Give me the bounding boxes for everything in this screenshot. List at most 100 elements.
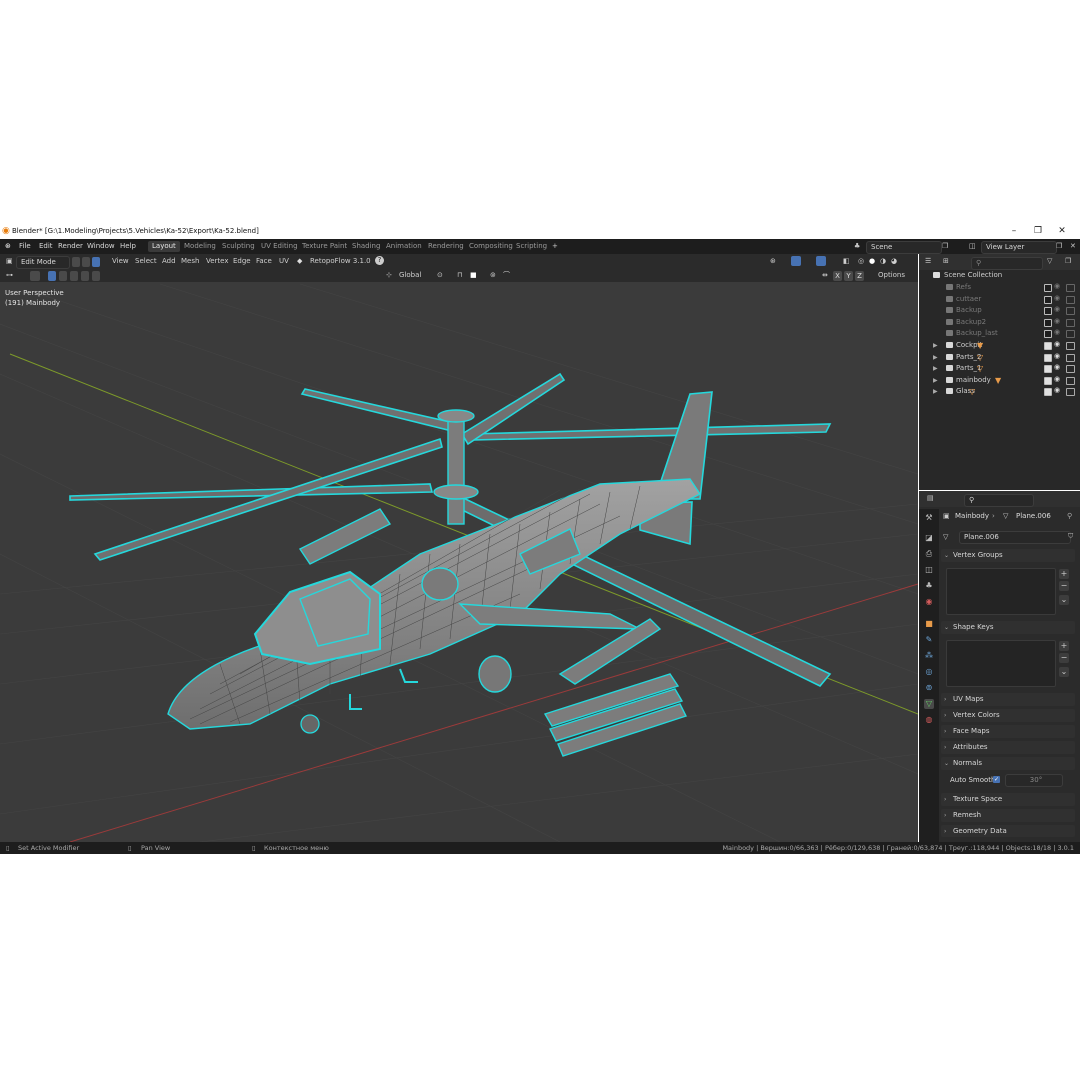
snap-target-icon[interactable]: ■ <box>470 270 477 281</box>
tool-tab-icon[interactable]: ⚒ <box>924 513 934 523</box>
panel-remesh[interactable]: › Remesh <box>941 809 1075 822</box>
new-scene-icon[interactable]: ❐ <box>939 241 951 252</box>
visibility-eye-icon[interactable]: ◉ <box>1054 317 1062 325</box>
options-dropdown[interactable]: Options <box>878 270 905 281</box>
visibility-eye-icon[interactable]: ◉ <box>1054 329 1062 336</box>
visibility-eye-icon[interactable]: ◉ <box>1054 364 1062 371</box>
breadcrumb-data[interactable]: Plane.006 <box>1016 512 1051 520</box>
exclude-checkbox[interactable] <box>1044 307 1052 316</box>
expand-arrow-icon[interactable]: ▶ <box>933 386 938 397</box>
exclude-checkbox[interactable] <box>1044 388 1052 397</box>
shape-keys-list[interactable] <box>946 640 1056 687</box>
add-vertex-group-button[interactable]: + <box>1059 569 1069 579</box>
filter-icon[interactable]: ▽ <box>1047 257 1052 265</box>
world-tab-icon[interactable]: ◉ <box>924 597 934 607</box>
menu-window[interactable]: Window <box>84 241 118 252</box>
tab-modeling[interactable]: Modeling <box>180 241 220 252</box>
particles-tab-icon[interactable]: ⁂ <box>924 651 934 661</box>
breadcrumb-object[interactable]: Mainbody <box>955 512 989 520</box>
panel-face-maps[interactable]: › Face Maps <box>941 725 1075 738</box>
exclude-checkbox[interactable] <box>1044 330 1052 339</box>
viewport-canvas[interactable] <box>0 254 918 842</box>
vertex-groups-list[interactable] <box>946 568 1056 615</box>
outliner-item-parts-2[interactable]: ▶ Parts_2 ▽ ◉ <box>919 352 1080 363</box>
remove-view-layer-icon[interactable]: ✕ <box>1067 241 1079 252</box>
panel-geometry-data[interactable]: › Geometry Data <box>941 825 1075 837</box>
panel-attributes[interactable]: › Attributes <box>941 741 1075 754</box>
tab-animation[interactable]: Animation <box>382 241 426 252</box>
expand-arrow-icon[interactable]: ▶ <box>933 352 938 363</box>
render-camera-icon[interactable] <box>1066 353 1075 362</box>
select-mode-invert-icon[interactable] <box>81 271 89 281</box>
visibility-eye-icon[interactable]: ◉ <box>1054 306 1062 313</box>
remove-vertex-group-button[interactable]: − <box>1059 581 1069 591</box>
fake-user-icon[interactable]: ⛉ <box>1068 532 1073 541</box>
visibility-eye-icon[interactable]: ◉ <box>1054 283 1062 290</box>
object-tab-icon[interactable]: ■ <box>924 619 934 629</box>
pivot-icon[interactable]: ⊶ <box>6 270 13 281</box>
shape-key-specials-button[interactable]: ⌄ <box>1059 667 1069 677</box>
datablock-name-field[interactable]: Plane.006 <box>959 531 1071 544</box>
physics-tab-icon[interactable]: ◎ <box>924 667 934 677</box>
render-camera-icon[interactable] <box>1066 330 1075 339</box>
properties-editor-icon[interactable]: ▤ <box>927 494 934 502</box>
add-workspace-button[interactable]: + <box>548 241 562 252</box>
vertex-select-icon[interactable] <box>72 257 80 267</box>
menu-file[interactable]: File <box>16 241 34 252</box>
material-shading-icon[interactable]: ◑ <box>880 256 886 267</box>
minimize-icon[interactable]: – <box>1002 224 1026 238</box>
display-mode-icon[interactable]: ⊞ <box>943 257 949 265</box>
output-tab-icon[interactable]: ⎙ <box>924 549 934 559</box>
retopoflow-menu[interactable]: RetopoFlow 3.1.0 <box>310 256 371 267</box>
select-mode-subtract-icon[interactable] <box>70 271 78 281</box>
view-layer-tab-icon[interactable]: ◫ <box>924 565 934 575</box>
outliner-item-backup2[interactable]: Backup2 ◉ <box>919 317 1080 328</box>
menu-view[interactable]: View <box>112 256 129 267</box>
tab-sculpting[interactable]: Sculpting <box>218 241 259 252</box>
overlay-toggle[interactable] <box>816 256 826 266</box>
select-mode-extend-icon[interactable] <box>59 271 67 281</box>
outliner-item-mainbody[interactable]: ▶ mainbody ▼ ◉ <box>919 375 1080 386</box>
outliner-search-input[interactable]: ⚲ <box>971 257 1043 270</box>
snap-icon[interactable]: ⊓ <box>457 270 462 281</box>
tab-uv-editing[interactable]: UV Editing <box>257 241 302 252</box>
visibility-eye-icon[interactable]: ◉ <box>1054 352 1062 360</box>
tab-shading[interactable]: Shading <box>348 241 384 252</box>
panel-normals[interactable]: ⌄ Normals <box>941 757 1075 770</box>
render-camera-icon[interactable] <box>1066 388 1075 397</box>
mirror-y-toggle[interactable]: Y <box>844 271 853 281</box>
exclude-checkbox[interactable] <box>1044 376 1052 385</box>
outliner-editor-icon[interactable]: ☰ <box>925 257 931 265</box>
outliner-item-backup-last[interactable]: Backup_last ◉ <box>919 328 1080 339</box>
menu-help[interactable]: Help <box>117 241 139 252</box>
menu-add[interactable]: Add <box>162 256 176 267</box>
outliner-item-refs[interactable]: Refs ◉ <box>919 282 1080 293</box>
mirror-z-toggle[interactable]: Z <box>855 271 864 281</box>
view-object-types-icon[interactable]: ⊛ <box>770 256 776 267</box>
render-camera-icon[interactable] <box>1066 342 1075 350</box>
menu-render[interactable]: Render <box>55 241 86 252</box>
face-select-icon[interactable] <box>92 257 100 267</box>
properties-search-input[interactable]: ⚲ <box>964 494 1034 507</box>
panel-shape-keys[interactable]: ⌄ Shape Keys <box>941 621 1075 634</box>
panel-texture-space[interactable]: › Texture Space <box>941 793 1075 806</box>
rendered-shading-icon[interactable]: ◕ <box>891 256 897 267</box>
orientation-dropdown[interactable]: Global <box>399 270 421 281</box>
constraints-tab-icon[interactable]: ⊚ <box>924 683 934 693</box>
exclude-checkbox[interactable] <box>1044 342 1052 350</box>
menu-face[interactable]: Face <box>256 256 272 267</box>
render-camera-icon[interactable] <box>1066 307 1075 316</box>
helicopter-model[interactable] <box>69 372 832 757</box>
render-camera-icon[interactable] <box>1066 295 1075 304</box>
outliner-item-parts-1[interactable]: ▶ Parts_1 ▽ ◉ <box>919 363 1080 374</box>
maximize-icon[interactable]: ❐ <box>1026 224 1050 238</box>
menu-edge[interactable]: Edge <box>233 256 251 267</box>
pin-icon[interactable]: ⚲ <box>1067 512 1072 520</box>
select-mode-intersect-icon[interactable] <box>92 271 100 281</box>
visibility-eye-icon[interactable]: ◉ <box>1054 387 1062 394</box>
exclude-checkbox[interactable] <box>1044 353 1052 362</box>
menu-select[interactable]: Select <box>135 256 157 267</box>
render-camera-icon[interactable] <box>1066 376 1075 385</box>
panel-vertex-colors[interactable]: › Vertex Colors <box>941 709 1075 722</box>
tab-compositing[interactable]: Compositing <box>465 241 517 252</box>
